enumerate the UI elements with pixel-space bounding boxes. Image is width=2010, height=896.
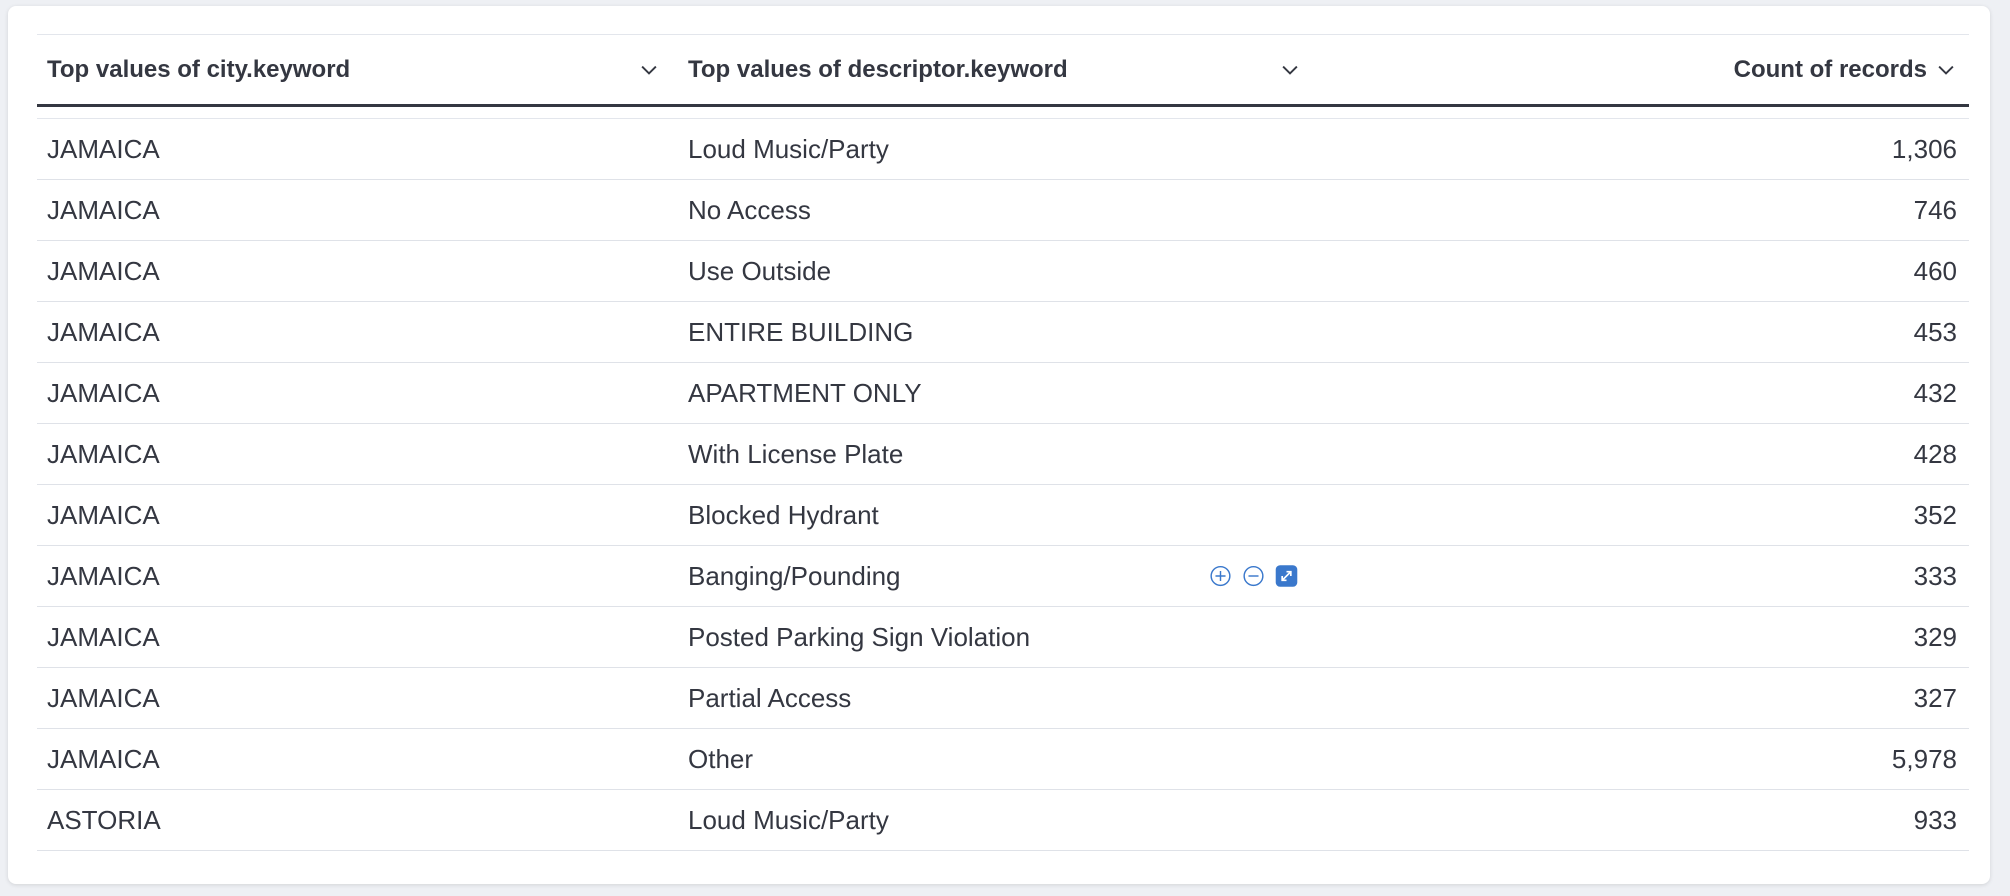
chevron-down-icon[interactable] [1935, 59, 1957, 81]
cell-city: JAMAICA [47, 682, 160, 713]
cell-descriptor-text: With License Plate [688, 438, 904, 469]
cell-descriptor-text: Loud Music/Party [688, 133, 889, 164]
cell-city: ASTORIA [47, 804, 161, 835]
filter-out-icon[interactable] [1242, 565, 1265, 588]
datatable-panel: Top values of city.keyword Top values of… [8, 6, 1990, 884]
table-row: JAMAICA APARTMENT ONLY 432 [37, 363, 1969, 424]
chevron-down-icon[interactable] [638, 59, 660, 81]
cell-descriptor: Banging/Pounding [678, 546, 1319, 606]
cell-descriptor: Posted Parking Sign Violation [678, 607, 1319, 667]
expand-icon[interactable] [1275, 565, 1298, 588]
cell-count: 746 [1913, 194, 1957, 225]
column-header-city[interactable]: Top values of city.keyword [37, 35, 678, 104]
table-row: JAMAICA ENTIRE BUILDING 453 [37, 302, 1969, 363]
cell-city: JAMAICA [47, 377, 160, 408]
column-header-label: Top values of city.keyword [47, 55, 351, 83]
cell-descriptor: With License Plate [678, 424, 1319, 484]
cell-descriptor-text: ENTIRE BUILDING [688, 316, 914, 347]
cell-city: JAMAICA [47, 743, 160, 774]
table-row: ASTORIA Loud Music/Party 933 [37, 790, 1969, 851]
cell-descriptor-text: Banging/Pounding [688, 560, 901, 591]
cell-descriptor-text: Other [688, 743, 754, 774]
cell-descriptor-text: Partial Access [688, 682, 852, 713]
cell-descriptor: No Access [678, 180, 1319, 240]
table-header: Top values of city.keyword Top values of… [37, 35, 1969, 107]
cell-count: 933 [1913, 804, 1957, 835]
cell-city: JAMAICA [47, 255, 160, 286]
table-body: JAMAICA Loud Music/Party 1,306 JAMAICA No Ac… [37, 119, 1969, 851]
cell-descriptor: Use Outside [678, 241, 1319, 301]
cell-descriptor: ENTIRE BUILDING [678, 302, 1319, 362]
chevron-down-icon[interactable] [1279, 59, 1301, 81]
filter-in-icon[interactable] [1209, 565, 1232, 588]
cell-count: 453 [1913, 316, 1957, 347]
cell-city: JAMAICA [47, 438, 160, 469]
table-row: JAMAICA Use Outside 460 [37, 241, 1969, 302]
cell-count: 327 [1913, 682, 1957, 713]
table-row: JAMAICA Partial Access 327 [37, 668, 1969, 729]
cell-descriptor: Loud Music/Party [678, 790, 1319, 850]
cell-count: 329 [1913, 621, 1957, 652]
column-header-label: Top values of descriptor.keyword [688, 55, 1068, 83]
cell-descriptor-text: Use Outside [688, 255, 832, 286]
table-row: JAMAICA Loud Music/Party 1,306 [37, 119, 1969, 180]
data-table: Top values of city.keyword Top values of… [37, 34, 1969, 851]
column-header-count[interactable]: Count of records [1319, 35, 1969, 104]
cell-descriptor: Other [678, 729, 1319, 789]
cell-count: 352 [1913, 499, 1957, 530]
cell-descriptor: Partial Access [678, 668, 1319, 728]
table-row: JAMAICA Banging/Pounding 333 [37, 546, 1969, 607]
cell-descriptor: APARTMENT ONLY [678, 363, 1319, 423]
column-header-label: Count of records [1733, 55, 1927, 83]
cell-descriptor-text: No Access [688, 194, 811, 225]
cell-city: JAMAICA [47, 316, 160, 347]
header-spacer [37, 107, 1969, 119]
cell-city: JAMAICA [47, 499, 160, 530]
cell-descriptor-text: APARTMENT ONLY [688, 377, 922, 408]
table-row: JAMAICA No Access 746 [37, 180, 1969, 241]
cell-city: JAMAICA [47, 194, 160, 225]
table-row: JAMAICA Blocked Hydrant 352 [37, 485, 1969, 546]
cell-count: 333 [1913, 560, 1957, 591]
column-header-descriptor[interactable]: Top values of descriptor.keyword [678, 35, 1319, 104]
table-row: JAMAICA Other 5,978 [37, 729, 1969, 790]
cell-count: 1,306 [1891, 133, 1957, 164]
cell-descriptor-text: Loud Music/Party [688, 804, 889, 835]
cell-count: 5,978 [1891, 743, 1957, 774]
cell-city: JAMAICA [47, 621, 160, 652]
table-row: JAMAICA Posted Parking Sign Violation 329 [37, 607, 1969, 668]
cell-city: JAMAICA [47, 133, 160, 164]
cell-descriptor: Loud Music/Party [678, 119, 1319, 179]
cell-actions [1209, 565, 1298, 588]
cell-count: 428 [1913, 438, 1957, 469]
cell-count: 460 [1913, 255, 1957, 286]
table-row: JAMAICA With License Plate 428 [37, 424, 1969, 485]
cell-descriptor-text: Posted Parking Sign Violation [688, 621, 1031, 652]
cell-descriptor-text: Blocked Hydrant [688, 499, 879, 530]
cell-city: JAMAICA [47, 560, 160, 591]
cell-count: 432 [1913, 377, 1957, 408]
cell-descriptor: Blocked Hydrant [678, 485, 1319, 545]
